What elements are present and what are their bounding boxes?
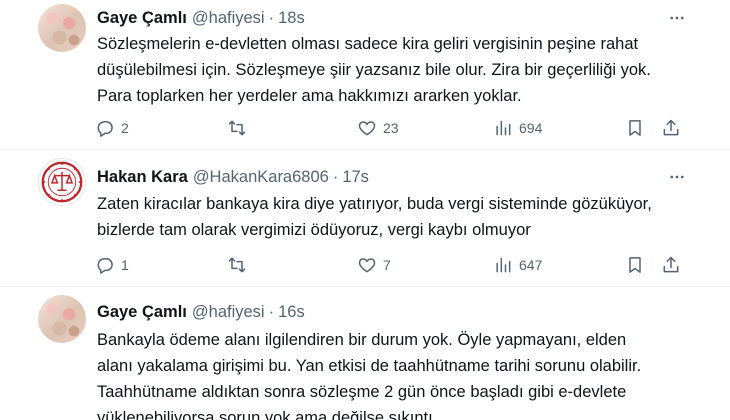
author-name[interactable]: Gaye Çamlı [97, 9, 187, 28]
avatar[interactable] [38, 4, 86, 52]
author-name[interactable]: Gaye Çamlı [97, 303, 187, 322]
tweet-text-line: Para toplarken her yerdeler ama hakkımız… [97, 87, 522, 105]
author-handle[interactable]: @hafiyesi [192, 303, 265, 322]
seal-logo-icon [41, 161, 83, 203]
reply-icon [97, 258, 113, 274]
bookmark-icon [629, 120, 641, 136]
separator-dot: · [332, 167, 339, 186]
reply-button[interactable]: 2 [95, 116, 129, 140]
author-name[interactable]: Hakan Kara [97, 168, 188, 187]
tweet-text-line: Zaten kiracılar bankaya kira diye yatırı… [97, 195, 652, 213]
tweet-text-line: Taahhütname aldıktan sonra sözleşme 2 gü… [97, 383, 627, 401]
separator-dot: · [268, 8, 275, 27]
like-button[interactable]: 23 [357, 116, 399, 140]
like-count: 7 [383, 257, 391, 273]
tweet-header: Gaye Çamlı @hafiyesi · 16s [97, 300, 305, 324]
share-button[interactable] [661, 116, 681, 140]
tweet[interactable]: Gaye Çamlı @hafiyesi · 16s Bankayla ödem… [0, 287, 730, 420]
action-bar: 1 7 647 [95, 253, 695, 277]
bookmark-icon [629, 257, 641, 273]
tweet-header: Gaye Çamlı @hafiyesi · 18s [97, 6, 305, 30]
heart-icon [358, 258, 376, 273]
tweet-text-line: yüklenebiliyorsa sorun yok ama değilse s… [97, 409, 438, 420]
views-count: 694 [519, 120, 543, 136]
bookmark-button[interactable] [625, 116, 645, 140]
timestamp[interactable]: 18s [278, 9, 305, 28]
avatar[interactable] [38, 295, 86, 343]
share-button[interactable] [661, 253, 681, 277]
heart-icon [358, 121, 376, 136]
share-icon [663, 119, 679, 136]
more-options-button[interactable] [666, 7, 688, 29]
tweet-text-line: alanı yakalama girişimi bu. Yan etkisi d… [97, 357, 642, 375]
tweet-text: Zaten kiracılar bankaya kira diye yatırı… [97, 191, 697, 243]
views-chart-icon [496, 257, 511, 273]
retweet-icon [228, 257, 246, 273]
reply-button[interactable]: 1 [95, 253, 129, 277]
author-handle[interactable]: @HakanKara6806 [193, 168, 329, 187]
retweet-button[interactable] [227, 116, 247, 140]
like-button[interactable]: 7 [357, 253, 391, 277]
tweet-text-line: bizlerde tam olarak vergimizi ödüyoruz, … [97, 221, 531, 239]
avatar[interactable] [38, 158, 86, 206]
timestamp[interactable]: 17s [342, 168, 369, 187]
like-count: 23 [383, 120, 399, 136]
tweet-text-line: düşülebilmesi için. Sözleşmeye şiir yazs… [97, 61, 651, 79]
action-bar: 2 23 694 [95, 116, 695, 140]
retweet-button[interactable] [227, 253, 247, 277]
tweet-text-line: Bankayla ödeme alanı ilgilendiren bir du… [97, 331, 627, 349]
tweet[interactable]: Hakan Kara @HakanKara6806 · 17s Zaten ki… [0, 150, 730, 287]
tweet-header: Hakan Kara @HakanKara6806 · 17s [97, 165, 369, 189]
retweet-icon [228, 120, 246, 136]
tweet-text-line: Sözleşmelerin e-devletten olması sadece … [97, 35, 639, 53]
tweet[interactable]: Gaye Çamlı @hafiyesi · 18s Sözleşmelerin… [0, 0, 730, 150]
separator-dot: · [268, 302, 275, 321]
reply-count: 2 [121, 120, 129, 136]
more-options-button[interactable] [666, 166, 688, 188]
reply-icon [97, 121, 113, 137]
tweet-text: Bankayla ödeme alanı ilgilendiren bir du… [97, 327, 697, 420]
more-horizontal-icon [670, 175, 684, 179]
bookmark-button[interactable] [625, 253, 645, 277]
tweet-text: Sözleşmelerin e-devletten olması sadece … [97, 31, 697, 109]
more-horizontal-icon [670, 16, 684, 20]
share-icon [663, 256, 679, 273]
views-button[interactable]: 647 [493, 253, 542, 277]
views-chart-icon [496, 120, 511, 136]
timestamp[interactable]: 16s [278, 303, 305, 322]
views-count: 647 [519, 257, 543, 273]
views-button[interactable]: 694 [493, 116, 542, 140]
author-handle[interactable]: @hafiyesi [192, 9, 265, 28]
reply-count: 1 [121, 257, 129, 273]
